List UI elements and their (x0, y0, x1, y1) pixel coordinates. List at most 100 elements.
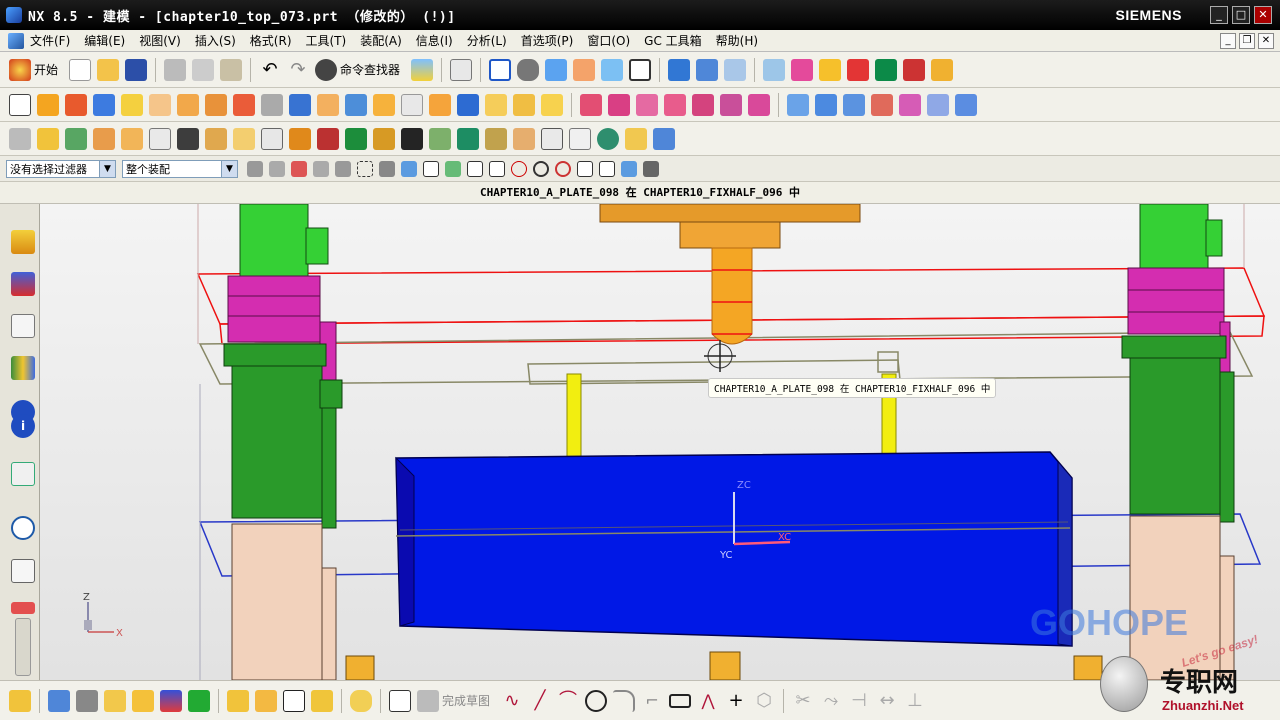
sub-insert-icon[interactable] (345, 127, 367, 150)
pad-icon[interactable] (261, 93, 283, 116)
cut-icon[interactable] (164, 58, 187, 81)
sphere-icon[interactable] (149, 93, 171, 116)
fillet-icon[interactable] (613, 689, 636, 712)
select-arrow-icon[interactable] (269, 160, 285, 177)
snap-point-on-face-icon[interactable] (621, 160, 637, 177)
visible-in-view-icon[interactable] (601, 58, 624, 81)
mesh-surface-icon[interactable] (815, 93, 837, 116)
boss-icon[interactable] (205, 93, 227, 116)
snap-quadrant-icon[interactable] (555, 160, 571, 177)
polygon-icon[interactable]: ⋀ (697, 690, 719, 712)
wave-link-icon[interactable] (724, 58, 747, 81)
offset-face-icon[interactable] (541, 93, 563, 116)
web-browser-icon[interactable] (11, 462, 35, 486)
n-sided-icon[interactable] (927, 93, 949, 116)
maximize-button[interactable]: □ (1232, 6, 1250, 24)
square-icon[interactable] (9, 93, 31, 116)
mold-wizard-icon[interactable] (763, 58, 786, 81)
assembly-navigator-icon[interactable] (48, 689, 70, 712)
save-icon[interactable] (125, 58, 148, 81)
component-icon[interactable] (37, 127, 59, 150)
menu-format[interactable]: 格式(R) (250, 32, 292, 49)
finish-sketch-icon[interactable] (417, 689, 439, 712)
wave-icon[interactable] (255, 689, 277, 712)
layer-settings-icon[interactable] (573, 58, 596, 81)
slot-icon[interactable] (289, 93, 311, 116)
point-icon[interactable]: + (725, 690, 747, 712)
settings-icon[interactable] (643, 160, 659, 177)
reuse-library-icon[interactable] (11, 356, 35, 380)
subtract-icon[interactable] (608, 93, 630, 116)
type-filter-select[interactable]: 没有选择过滤器 ▼ (6, 159, 116, 178)
mold-csys-icon[interactable] (65, 127, 87, 150)
measure-icon[interactable] (819, 58, 842, 81)
snap-line-icon[interactable] (467, 160, 483, 177)
drawing-icon[interactable] (569, 127, 591, 150)
thread-icon[interactable] (345, 93, 367, 116)
runner-icon[interactable] (401, 127, 423, 150)
new-component-icon[interactable] (104, 689, 126, 712)
redo-icon[interactable]: ↷ (287, 59, 309, 81)
copy-icon[interactable] (192, 58, 215, 81)
add-component-icon[interactable] (76, 689, 98, 712)
menu-view[interactable]: 视图(V) (139, 32, 181, 49)
mate-icon[interactable] (132, 689, 154, 712)
select-mode-icon[interactable] (335, 160, 351, 177)
selection-scope-select[interactable]: 整个装配 ▼ (122, 159, 238, 178)
circle-icon[interactable] (585, 689, 608, 712)
ruled-icon[interactable] (871, 93, 893, 116)
layout-icon[interactable] (121, 127, 143, 150)
menu-information[interactable]: 信息(I) (416, 32, 453, 49)
explode-icon[interactable] (227, 689, 249, 712)
reset-filter-icon[interactable] (247, 160, 263, 177)
start-button[interactable]: 开始 (34, 61, 58, 78)
orient-view-icon[interactable] (545, 58, 568, 81)
surface-icon[interactable] (787, 93, 809, 116)
info-icon[interactable]: i (11, 414, 35, 438)
command-finder-icon[interactable] (315, 58, 338, 81)
minimize-button[interactable]: _ (1210, 6, 1228, 24)
grid-icon[interactable] (903, 58, 926, 81)
snap-tangent-icon[interactable] (599, 160, 615, 177)
intersect-icon[interactable] (636, 93, 658, 116)
profile-icon[interactable]: ∿ (501, 690, 523, 712)
swept-icon[interactable] (843, 93, 865, 116)
menu-insert[interactable]: 插入(S) (195, 32, 236, 49)
constraint-icon[interactable]: ⊥ (904, 690, 926, 712)
dimension-icon[interactable]: ↔ (876, 690, 898, 712)
standard-parts-icon[interactable] (261, 127, 283, 150)
menu-analysis[interactable]: 分析(L) (467, 32, 507, 49)
line-icon[interactable]: ╱ (529, 690, 551, 712)
patch-icon[interactable] (748, 93, 770, 116)
make-corner-icon[interactable]: ⊣ (848, 690, 870, 712)
marquee-select-icon[interactable] (357, 160, 373, 177)
draft-icon[interactable] (429, 93, 451, 116)
parting-icon[interactable] (205, 127, 227, 150)
move-component-icon[interactable] (696, 58, 719, 81)
snap-center-icon[interactable] (533, 160, 549, 177)
quick-trim-icon[interactable]: ✂ (792, 690, 814, 712)
menu-gc-toolkit[interactable]: GC 工具箱 (644, 32, 702, 49)
sketch-start-icon[interactable] (9, 689, 31, 712)
analysis-icon[interactable] (847, 58, 870, 81)
close-button[interactable]: ✕ (1254, 6, 1272, 24)
system-materials-icon[interactable] (11, 559, 35, 583)
doc-close-button[interactable]: ✕ (1258, 33, 1274, 49)
shell-icon[interactable] (457, 93, 479, 116)
feature-select-icon[interactable] (291, 160, 307, 177)
workpiece-icon[interactable] (93, 127, 115, 150)
unite-icon[interactable] (580, 93, 602, 116)
part-navigator-icon[interactable] (11, 314, 35, 338)
menu-assemblies[interactable]: 装配(A) (360, 32, 402, 49)
snap-curve-icon[interactable] (489, 160, 505, 177)
menu-window[interactable]: 窗口(O) (587, 32, 630, 49)
fit-view-icon[interactable] (489, 58, 512, 81)
split-body-icon[interactable] (513, 93, 535, 116)
assembly-constraints-icon[interactable] (668, 58, 691, 81)
reposition-icon[interactable] (160, 689, 182, 712)
extension-icon[interactable] (955, 93, 977, 116)
mold-tools-icon[interactable] (177, 127, 199, 150)
select-body-icon[interactable] (379, 160, 395, 177)
mirror-icon[interactable] (692, 93, 714, 116)
touch-mode-icon[interactable] (411, 58, 434, 81)
